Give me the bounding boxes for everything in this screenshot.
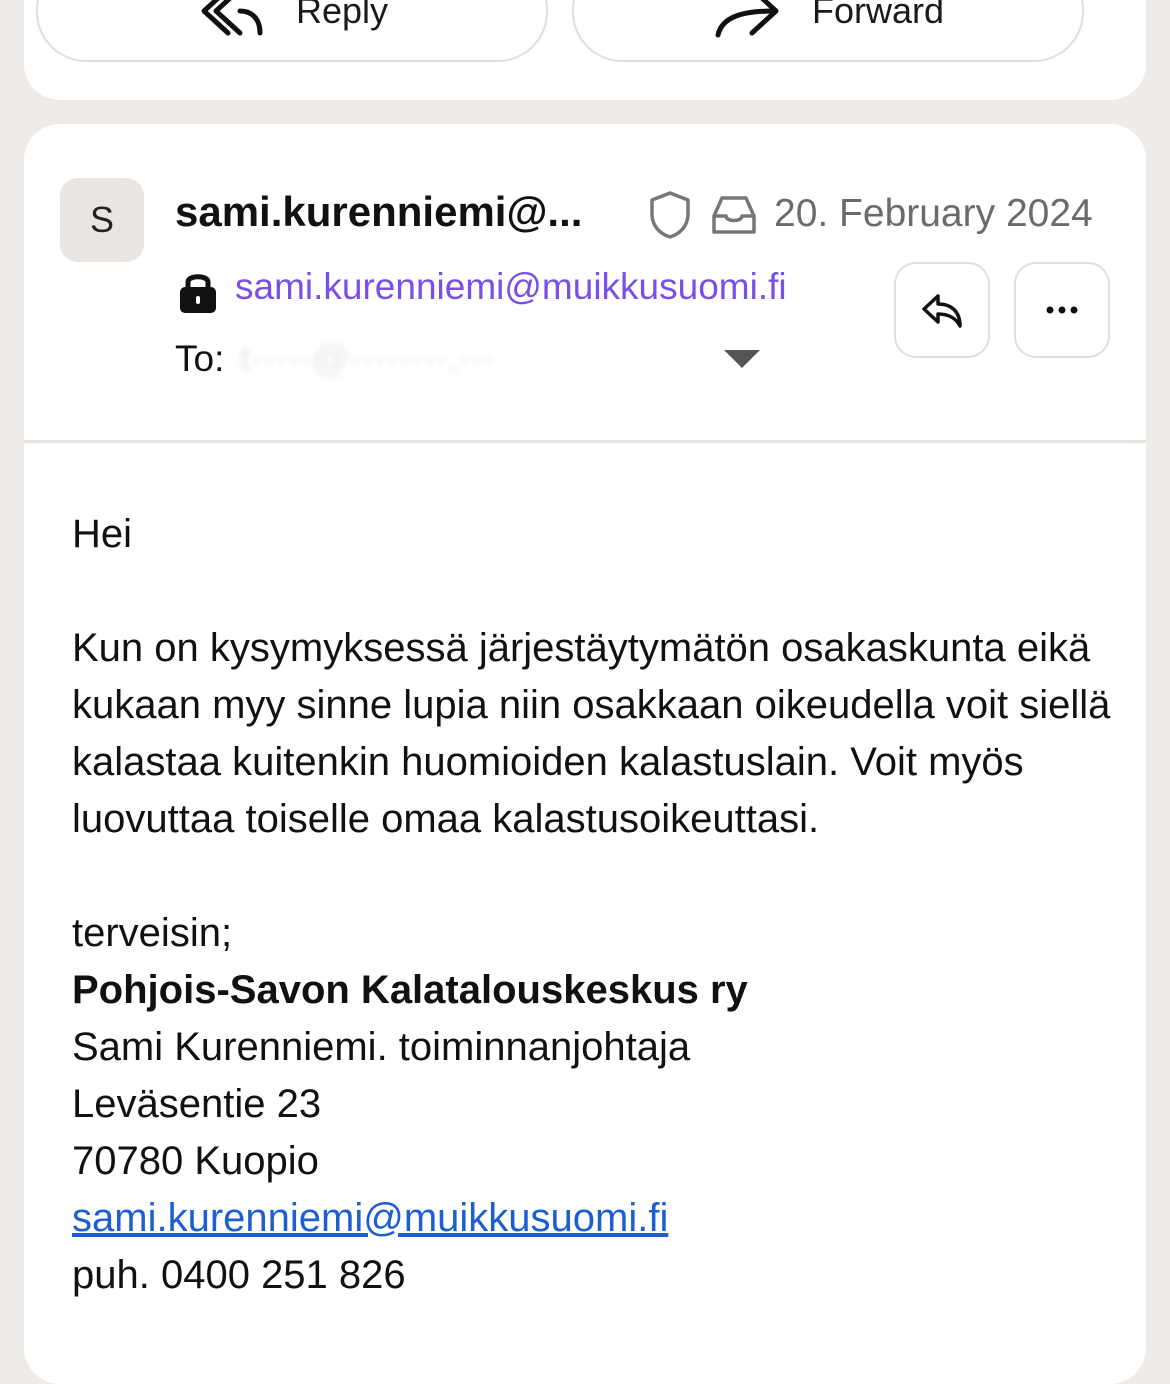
reply-all-button[interactable]: Reply — [36, 0, 548, 62]
divider — [24, 440, 1146, 443]
more-icon — [1046, 306, 1078, 314]
sender-email[interactable]: sami.kurenniemi@muikkusuomi.fi — [235, 266, 787, 308]
forward-label: Forward — [811, 0, 945, 31]
message-date: 20. February 2024 — [774, 192, 1093, 235]
message-card: S sami.kurenniemi@... 20. February 2024 … — [24, 124, 1146, 1384]
reply-icon — [922, 294, 962, 328]
body-paragraph: Kun on kysymyksessä järjestäytymätön osa… — [72, 626, 1111, 841]
reply-icon — [201, 0, 263, 36]
inbox-icon[interactable] — [710, 194, 758, 236]
message-body: Hei Kun on kysymyksessä järjestäytymätön… — [72, 506, 1112, 1304]
signature-street: Leväsentie 23 — [72, 1082, 322, 1126]
forward-icon — [715, 0, 779, 38]
signature-city: 70780 Kuopio — [72, 1139, 319, 1183]
avatar: S — [60, 178, 144, 262]
reply-label: Reply — [295, 0, 389, 31]
greeting: Hei — [72, 512, 133, 556]
signature-name: Sami Kurenniemi. toiminnanjohtaja — [72, 1025, 691, 1069]
shield-icon[interactable] — [648, 190, 692, 240]
chevron-down-icon[interactable] — [724, 350, 760, 368]
signature-org: Pohjois-Savon Kalatalouskeskus ry — [72, 968, 748, 1012]
more-options-button[interactable] — [1014, 262, 1110, 358]
closing: terveisin; — [72, 911, 233, 955]
reply-button[interactable] — [894, 262, 990, 358]
forward-button[interactable]: Forward — [572, 0, 1084, 62]
to-recipient[interactable]: t·····@········.··· — [240, 338, 495, 380]
lock-icon — [180, 274, 216, 313]
signature-email-link[interactable]: sami.kurenniemi@muikkusuomi.fi — [72, 1196, 668, 1240]
signature-phone: puh. 0400 251 826 — [72, 1253, 406, 1297]
sender-name[interactable]: sami.kurenniemi@... — [175, 188, 582, 236]
to-label: To: — [175, 338, 225, 379]
